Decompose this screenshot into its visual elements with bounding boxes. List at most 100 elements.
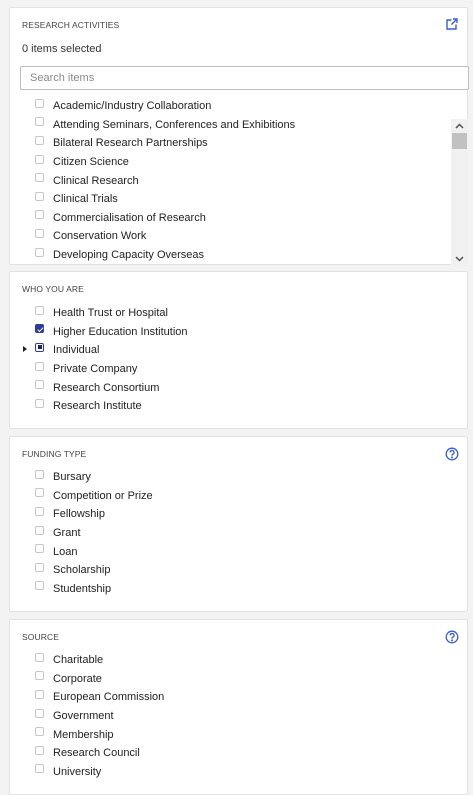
funding-type-item-label: Competition or Prize xyxy=(53,489,153,502)
search-items-input[interactable] xyxy=(20,66,469,90)
checkbox[interactable] xyxy=(35,708,44,718)
who-you-are-item[interactable]: Health Trust or Hospital xyxy=(30,304,188,323)
research-activity-item-label: Conservation Work xyxy=(53,230,147,243)
funding-type-item-label: Fellowship xyxy=(53,508,105,521)
who-you-are-item[interactable]: Individual xyxy=(23,341,188,360)
source-item[interactable]: University xyxy=(30,763,164,782)
funding-type-item[interactable]: Fellowship xyxy=(30,505,153,524)
checkbox[interactable] xyxy=(35,764,44,774)
list-scrollbar[interactable] xyxy=(451,119,468,266)
who-you-are-item[interactable]: Research Consortium xyxy=(30,378,188,397)
research-activity-item-label: Academic/Industry Collaboration xyxy=(53,100,212,113)
who-you-are-item-label: Private Company xyxy=(53,363,138,376)
who-you-are-title: WHO YOU ARE xyxy=(22,284,84,294)
checkbox[interactable] xyxy=(35,745,44,755)
who-you-are-item[interactable]: Private Company xyxy=(30,360,188,379)
checkbox[interactable] xyxy=(35,689,44,699)
source-item[interactable]: Membership xyxy=(30,725,164,744)
research-activity-item[interactable]: Conservation Work xyxy=(30,227,440,246)
research-activity-item[interactable]: Commercialisation of Research xyxy=(30,209,440,228)
source-item-label: Research Council xyxy=(53,747,140,760)
source-item-label: Government xyxy=(53,710,114,723)
research-activity-item[interactable]: Academic/Industry Collaboration xyxy=(30,97,440,116)
source-item-label: University xyxy=(53,765,102,778)
checkbox[interactable] xyxy=(35,469,44,479)
research-activity-item[interactable]: Attending Seminars, Conferences and Exhi… xyxy=(30,116,440,135)
who-you-are-item-label: Health Trust or Hospital xyxy=(53,307,168,320)
funding-type-item-label: Bursary xyxy=(53,471,91,484)
help-circle-icon[interactable] xyxy=(445,630,459,644)
checkbox[interactable] xyxy=(35,361,44,371)
checkbox[interactable] xyxy=(35,380,44,390)
help-circle-icon[interactable] xyxy=(445,447,459,461)
checkbox[interactable] xyxy=(35,324,44,334)
checkbox[interactable] xyxy=(35,581,44,591)
source-title: SOURCE xyxy=(22,632,59,642)
checkbox[interactable] xyxy=(35,398,44,408)
research-activity-item-label: Commercialisation of Research xyxy=(53,211,206,224)
checkbox[interactable] xyxy=(35,247,44,257)
who-you-are-item-label: Higher Education Institution xyxy=(53,325,188,338)
checkbox[interactable] xyxy=(35,210,44,220)
funding-type-item[interactable]: Studentship xyxy=(30,580,153,599)
external-edit-icon[interactable] xyxy=(445,17,459,31)
who-you-are-item-label: Research Institute xyxy=(53,400,142,413)
who-you-are-list: Health Trust or Hospital Higher Education… xyxy=(23,304,188,416)
funding-type-item-label: Scholarship xyxy=(53,564,111,577)
checkbox[interactable] xyxy=(35,173,44,183)
funding-type-list: Bursary Competition or Prize Fellowship Gra… xyxy=(30,468,153,598)
checkbox[interactable] xyxy=(35,228,44,238)
scroll-up-arrow[interactable] xyxy=(451,119,468,133)
checkbox[interactable] xyxy=(35,506,44,516)
who-you-are-item-label: Individual xyxy=(53,344,100,357)
checkbox[interactable] xyxy=(35,154,44,164)
research-activity-item[interactable]: Clinical Research xyxy=(30,171,440,190)
funding-type-item[interactable]: Competition or Prize xyxy=(30,487,153,506)
research-activity-item[interactable]: Clinical Trials xyxy=(30,190,440,209)
checkbox[interactable] xyxy=(35,305,44,315)
checkbox[interactable] xyxy=(35,135,44,145)
funding-type-item[interactable]: Scholarship xyxy=(30,561,153,580)
checkbox[interactable] xyxy=(35,671,44,681)
checkbox[interactable] xyxy=(35,117,44,127)
research-activity-item-label: Clinical Trials xyxy=(53,193,118,206)
checkbox[interactable] xyxy=(35,98,44,108)
funding-type-title: FUNDING TYPE xyxy=(22,449,87,459)
research-activity-item-label: Developing Capacity Overseas xyxy=(53,249,205,262)
scrollbar-thumb[interactable] xyxy=(452,133,467,149)
scroll-down-arrow[interactable] xyxy=(451,252,468,266)
row-pointer-icon xyxy=(23,346,27,353)
who-you-are-item[interactable]: Higher Education Institution xyxy=(30,323,188,342)
source-item[interactable]: Research Council xyxy=(30,744,164,763)
funding-type-item-label: Loan xyxy=(53,545,78,558)
source-item[interactable]: Charitable xyxy=(30,651,164,670)
who-you-are-item[interactable]: Research Institute xyxy=(30,397,188,416)
research-activity-item-label: Citizen Science xyxy=(53,156,129,169)
funding-type-item[interactable]: Grant xyxy=(30,524,153,543)
research-activities-list: Academic/Industry Collaboration Attending… xyxy=(30,97,440,265)
checkbox[interactable] xyxy=(35,727,44,737)
source-item-label: Membership xyxy=(53,728,114,741)
checkbox[interactable] xyxy=(35,525,44,535)
source-item[interactable]: Corporate xyxy=(30,670,164,689)
research-activities-title: RESEARCH ACTIVITIES xyxy=(22,20,120,30)
who-you-are-item-label: Research Consortium xyxy=(53,381,160,394)
research-activity-item[interactable]: Bilateral Research Partnerships xyxy=(30,134,440,153)
source-item[interactable]: European Commission xyxy=(30,688,164,707)
checkbox[interactable] xyxy=(35,488,44,498)
funding-type-item[interactable]: Loan xyxy=(30,542,153,561)
research-activity-item-label: Clinical Research xyxy=(53,174,139,187)
checkbox[interactable] xyxy=(35,652,44,662)
funding-type-panel: FUNDING TYPE Bursary Competition or Prize… xyxy=(9,436,468,612)
research-activity-item[interactable]: Citizen Science xyxy=(30,153,440,172)
checkbox[interactable] xyxy=(35,562,44,572)
funding-type-item-label: Studentship xyxy=(53,582,112,595)
checkbox[interactable] xyxy=(35,544,44,554)
checkbox[interactable] xyxy=(35,342,44,352)
checkbox[interactable] xyxy=(35,191,44,201)
funding-type-item[interactable]: Bursary xyxy=(30,468,153,487)
research-activity-item[interactable]: Developing Capacity Overseas xyxy=(30,246,440,265)
source-list: Charitable Corporate European Commission Go… xyxy=(30,651,164,781)
source-item-label: European Commission xyxy=(53,691,165,704)
source-item[interactable]: Government xyxy=(30,707,164,726)
